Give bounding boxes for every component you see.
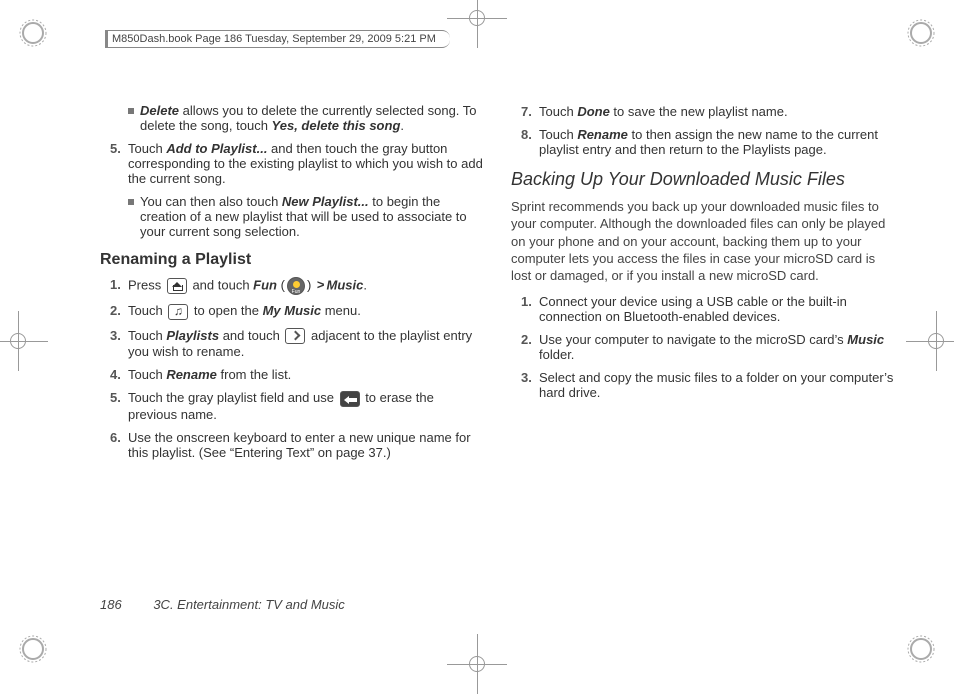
heading-backing-up: Backing Up Your Downloaded Music Files (511, 169, 894, 190)
rename-step-2: 2. Touch to open the My Music menu. (110, 303, 483, 320)
rename-step-5: 5. Touch the gray playlist field and use… (110, 390, 483, 422)
rename-step-4: 4. Touch Rename from the list. (110, 367, 483, 382)
done-label: Done (577, 104, 610, 119)
step-number: 3. (110, 328, 128, 360)
step-text: Touch Playlists and touch adjacent to th… (128, 328, 483, 360)
backup-step-3: 3. Select and copy the music files to a … (521, 370, 894, 400)
section-title: 3C. Entertainment: TV and Music (153, 597, 344, 612)
fun-icon (287, 277, 305, 295)
fun-label: Fun (253, 277, 277, 292)
step-number: 5. (110, 390, 128, 422)
registration-mark-left (0, 311, 48, 371)
step-text: Touch Add to Playlist... and then touch … (128, 141, 483, 186)
page-number: 186 (100, 597, 122, 612)
bullet-text: Delete allows you to delete the currentl… (140, 103, 483, 133)
step-text: Touch Done to save the new playlist name… (539, 104, 894, 119)
home-icon (167, 278, 187, 294)
bullet-delete: Delete allows you to delete the currentl… (128, 103, 483, 133)
page-content: Delete allows you to delete the currentl… (100, 100, 894, 600)
registration-mark-bottom (447, 634, 507, 694)
bullet-icon (128, 108, 134, 114)
step-number: 8. (521, 127, 539, 157)
step-number: 4. (110, 367, 128, 382)
backup-intro: Sprint recommends you back up your downl… (511, 198, 894, 284)
document-header: M850Dash.book Page 186 Tuesday, Septembe… (105, 30, 450, 48)
playlists-label: Playlists (166, 328, 219, 343)
step-number: 2. (110, 303, 128, 320)
step-text: Touch the gray playlist field and use to… (128, 390, 483, 422)
my-music-label: My Music (263, 303, 322, 318)
music-folder-label: Music (847, 332, 884, 347)
column-right: 7. Touch Done to save the new playlist n… (511, 100, 894, 600)
step-text: Touch Rename from the list. (128, 367, 483, 382)
step-number: 2. (521, 332, 539, 362)
print-mark-top-right (906, 18, 936, 48)
registration-mark-right (906, 311, 954, 371)
step-7-done: 7. Touch Done to save the new playlist n… (521, 104, 894, 119)
print-mark-top-left (18, 18, 48, 48)
bullet-icon (128, 199, 134, 205)
step-number: 1. (521, 294, 539, 324)
music-icon (168, 304, 188, 320)
step-text: Select and copy the music files to a fol… (539, 370, 894, 400)
step-8-rename: 8. Touch Rename to then assign the new n… (521, 127, 894, 157)
page-footer: 186 3C. Entertainment: TV and Music (100, 597, 345, 612)
heading-renaming-playlist: Renaming a Playlist (100, 251, 483, 269)
bullet-text: You can then also touch New Playlist... … (140, 194, 483, 239)
delete-label: Delete (140, 103, 179, 118)
step-text: Touch to open the My Music menu. (128, 303, 483, 320)
step-text: Use the onscreen keyboard to enter a new… (128, 430, 483, 460)
chevron-right-icon: > (317, 277, 325, 292)
column-left: Delete allows you to delete the currentl… (100, 100, 483, 600)
step-text: Use your computer to navigate to the mic… (539, 332, 894, 362)
step-text: Touch Rename to then assign the new name… (539, 127, 894, 157)
step-text: Press and touch Fun () >Music. (128, 277, 483, 295)
step-text: Connect your device using a USB cable or… (539, 294, 894, 324)
rename-step-6: 6. Use the onscreen keyboard to enter a … (110, 430, 483, 460)
step-number: 1. (110, 277, 128, 295)
backup-step-1: 1. Connect your device using a USB cable… (521, 294, 894, 324)
music-label: Music (327, 277, 364, 292)
chevron-right-box-icon (285, 328, 305, 344)
step-number: 7. (521, 104, 539, 119)
add-to-playlist-label: Add to Playlist... (166, 141, 267, 156)
print-mark-bottom-right (906, 634, 936, 664)
step-number: 3. (521, 370, 539, 400)
new-playlist-label: New Playlist... (282, 194, 369, 209)
print-mark-bottom-left (18, 634, 48, 664)
backspace-icon (340, 391, 360, 407)
rename-label: Rename (577, 127, 628, 142)
backup-step-2: 2. Use your computer to navigate to the … (521, 332, 894, 362)
yes-delete-label: Yes, delete this song (272, 118, 401, 133)
step-number: 5. (110, 141, 128, 186)
step-number: 6. (110, 430, 128, 460)
rename-step-1: 1. Press and touch Fun () >Music. (110, 277, 483, 295)
registration-mark-top (447, 0, 507, 48)
rename-step-3: 3. Touch Playlists and touch adjacent to… (110, 328, 483, 360)
step-5-add-to-playlist: 5. Touch Add to Playlist... and then tou… (110, 141, 483, 186)
bullet-new-playlist: You can then also touch New Playlist... … (128, 194, 483, 239)
rename-label: Rename (166, 367, 217, 382)
